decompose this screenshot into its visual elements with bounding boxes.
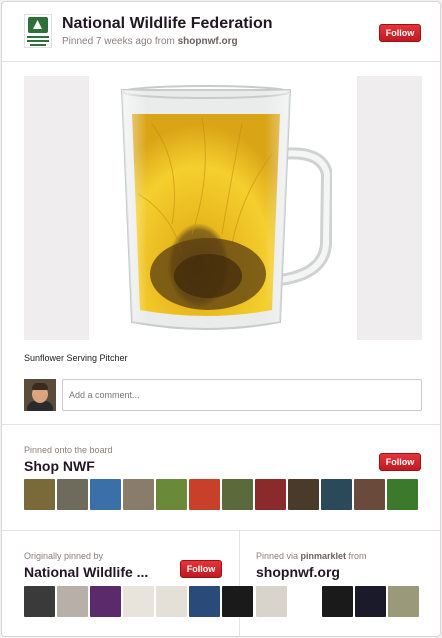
origin-thumbnails [24,586,253,617]
pin-caption: Sunflower Serving Pitcher [24,353,128,363]
nwf-logo-mark [28,17,48,33]
thumbnail[interactable] [156,586,187,617]
comment-input[interactable] [62,379,422,411]
pinmarklet-link[interactable]: pinmarklet [301,551,347,561]
via-site[interactable]: shopnwf.org [256,564,340,580]
thumbnail[interactable] [156,479,187,510]
thumbnail[interactable] [57,586,88,617]
origin-label: Originally pinned by [24,551,104,561]
follow-owner-button[interactable]: Follow [379,24,421,42]
thumbnail[interactable] [90,479,121,510]
thumbnail[interactable] [388,586,419,617]
column-divider [239,531,240,636]
thumbnail[interactable] [321,479,352,510]
thumbnail[interactable] [256,586,287,617]
via-label: Pinned via pinmarklet from [256,551,367,561]
pin-header: National Wildlife Federation Pinned 7 we… [2,2,440,62]
thumbnail[interactable] [289,586,320,617]
section-divider [2,424,440,425]
thumbnail[interactable] [123,586,154,617]
board-thumbnails [24,479,418,510]
board-label: Pinned onto the board [24,445,113,455]
thumbnail[interactable] [189,479,220,510]
thumbnail[interactable] [255,479,286,510]
thumbnail[interactable] [189,586,220,617]
thumbnail[interactable] [24,586,55,617]
image-letterbox-right [357,76,422,340]
pinned-meta: Pinned 7 weeks ago from shopnwf.org [62,36,238,47]
pin-card: National Wildlife Federation Pinned 7 we… [1,1,441,637]
thumbnail[interactable] [24,479,55,510]
thumbnail[interactable] [57,479,88,510]
source-link[interactable]: shopnwf.org [178,36,238,47]
image-letterbox-left [24,76,89,340]
thumbnail[interactable] [355,586,386,617]
thumbnail[interactable] [288,479,319,510]
thumbnail[interactable] [322,586,353,617]
user-avatar[interactable] [24,379,56,411]
sunflower-mug-image [120,85,332,330]
thumbnail[interactable] [90,586,121,617]
owner-name[interactable]: National Wildlife Federation [62,15,273,33]
thumbnail[interactable] [387,479,418,510]
via-thumbnails [256,586,419,617]
nwf-logo[interactable] [24,14,52,48]
follow-origin-button[interactable]: Follow [180,560,222,578]
pin-image[interactable] [24,76,422,340]
pinned-time: Pinned 7 weeks ago from [62,36,178,47]
origin-name[interactable]: National Wildlife ... [24,564,148,580]
thumbnail[interactable] [123,479,154,510]
board-name[interactable]: Shop NWF [24,458,95,474]
follow-board-button[interactable]: Follow [379,453,421,471]
section-divider [2,530,440,531]
thumbnail[interactable] [222,586,253,617]
comment-row [24,379,422,413]
thumbnail[interactable] [222,479,253,510]
thumbnail[interactable] [354,479,385,510]
